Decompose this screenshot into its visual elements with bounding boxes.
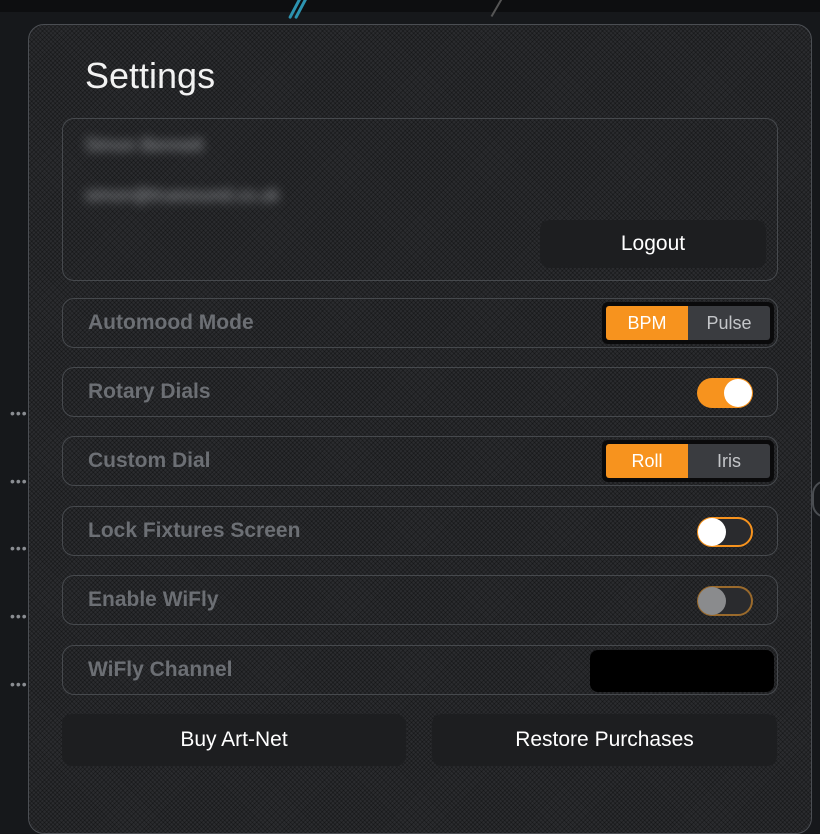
background-top-bar bbox=[0, 0, 820, 12]
rotary-dials-toggle[interactable] bbox=[697, 378, 753, 408]
automood-option-pulse[interactable]: Pulse bbox=[688, 306, 770, 340]
wifly-channel-row: WiFly Channel bbox=[62, 645, 778, 695]
account-section: Simon Bennett simon@truesound.co.uk Logo… bbox=[62, 118, 778, 281]
enable-wifly-toggle[interactable] bbox=[697, 586, 753, 616]
logout-button[interactable]: Logout bbox=[540, 220, 766, 268]
background-more-icon: ••• bbox=[10, 473, 28, 489]
rotary-dials-label: Rotary Dials bbox=[88, 380, 211, 403]
restore-purchases-button[interactable]: Restore Purchases bbox=[432, 714, 777, 766]
account-email: simon@truesound.co.uk bbox=[85, 185, 280, 205]
toggle-knob bbox=[698, 587, 726, 615]
background-more-icon: ••• bbox=[10, 676, 28, 692]
background-arc bbox=[812, 480, 820, 518]
lock-fixtures-label: Lock Fixtures Screen bbox=[88, 519, 301, 542]
toggle-knob bbox=[698, 518, 726, 546]
settings-panel: Settings Simon Bennett simon@truesound.c… bbox=[28, 24, 812, 834]
lock-fixtures-row: Lock Fixtures Screen bbox=[62, 506, 778, 556]
background-more-icon: ••• bbox=[10, 405, 28, 421]
automood-mode-row: Automood Mode BPM Pulse bbox=[62, 298, 778, 348]
custom-dial-label: Custom Dial bbox=[88, 449, 211, 472]
account-name: Simon Bennett bbox=[85, 135, 204, 155]
lock-fixtures-toggle[interactable] bbox=[697, 517, 753, 547]
wifly-channel-input[interactable] bbox=[590, 650, 774, 692]
custom-dial-option-roll[interactable]: Roll bbox=[606, 444, 688, 478]
toggle-knob bbox=[724, 379, 752, 407]
wifly-channel-label: WiFly Channel bbox=[88, 658, 233, 681]
custom-dial-segmented-control: Roll Iris bbox=[602, 440, 774, 482]
custom-dial-row: Custom Dial Roll Iris bbox=[62, 436, 778, 486]
automood-mode-label: Automood Mode bbox=[88, 311, 254, 334]
enable-wifly-label: Enable WiFly bbox=[88, 588, 219, 611]
rotary-dials-row: Rotary Dials bbox=[62, 367, 778, 417]
automood-option-bpm[interactable]: BPM bbox=[606, 306, 688, 340]
buy-art-net-button[interactable]: Buy Art-Net bbox=[62, 714, 406, 766]
custom-dial-option-iris[interactable]: Iris bbox=[688, 444, 770, 478]
page-title: Settings bbox=[85, 55, 216, 96]
background-more-icon: ••• bbox=[10, 540, 28, 556]
automood-mode-segmented-control: BPM Pulse bbox=[602, 302, 774, 344]
background-more-icon: ••• bbox=[10, 608, 28, 624]
enable-wifly-row: Enable WiFly bbox=[62, 575, 778, 625]
